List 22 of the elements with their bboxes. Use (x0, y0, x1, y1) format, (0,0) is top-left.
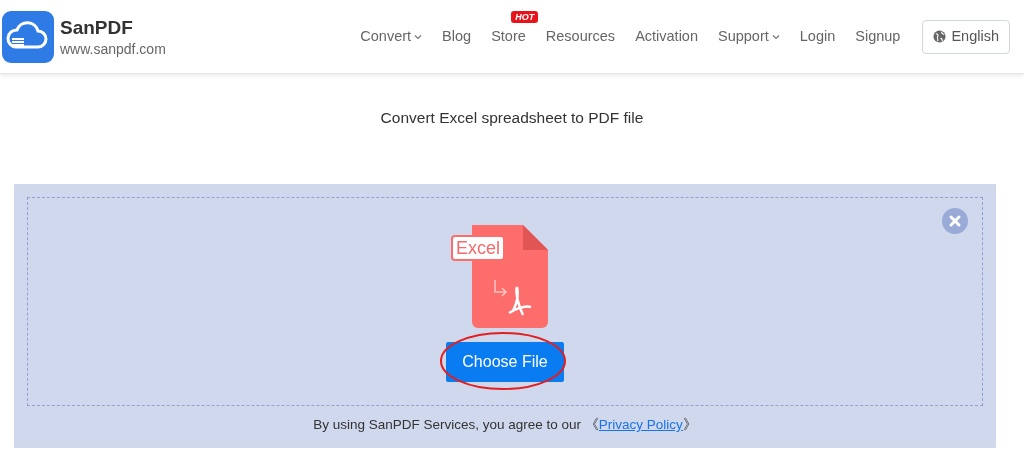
nav-link[interactable]: Store (491, 25, 526, 48)
caret-icon (414, 33, 423, 40)
language-button[interactable]: English (922, 19, 1010, 54)
brand-url: www.sanpdf.com (60, 39, 166, 58)
nav-link[interactable]: Convert (360, 25, 423, 48)
nav-link[interactable]: Signup (855, 25, 901, 48)
close-icon[interactable] (942, 208, 968, 235)
nav-link[interactable]: Activation (635, 25, 698, 48)
drop-zone[interactable]: Excel Choose File (27, 197, 983, 407)
hot-badge: HOT (511, 10, 539, 23)
nav-link[interactable]: Support (718, 25, 780, 48)
globe-icon (933, 30, 947, 43)
brand-name: SanPDF (60, 15, 134, 40)
page-heading: Convert Excel spreadsheet to PDF file (379, 108, 645, 128)
caret-icon (771, 33, 780, 40)
privacy-policy-link[interactable]: Privacy Policy (598, 417, 683, 433)
choose-file-button[interactable]: Choose File (446, 342, 564, 383)
nav-link[interactable]: Blog (442, 25, 472, 48)
nav-link[interactable]: Resources (545, 25, 616, 48)
cloud-logo-icon (2, 10, 54, 63)
privacy-notice: By using SanPDF Services, you agree to our 《Privacy Policy》 (312, 416, 698, 435)
nav-link[interactable]: Login (799, 25, 836, 48)
